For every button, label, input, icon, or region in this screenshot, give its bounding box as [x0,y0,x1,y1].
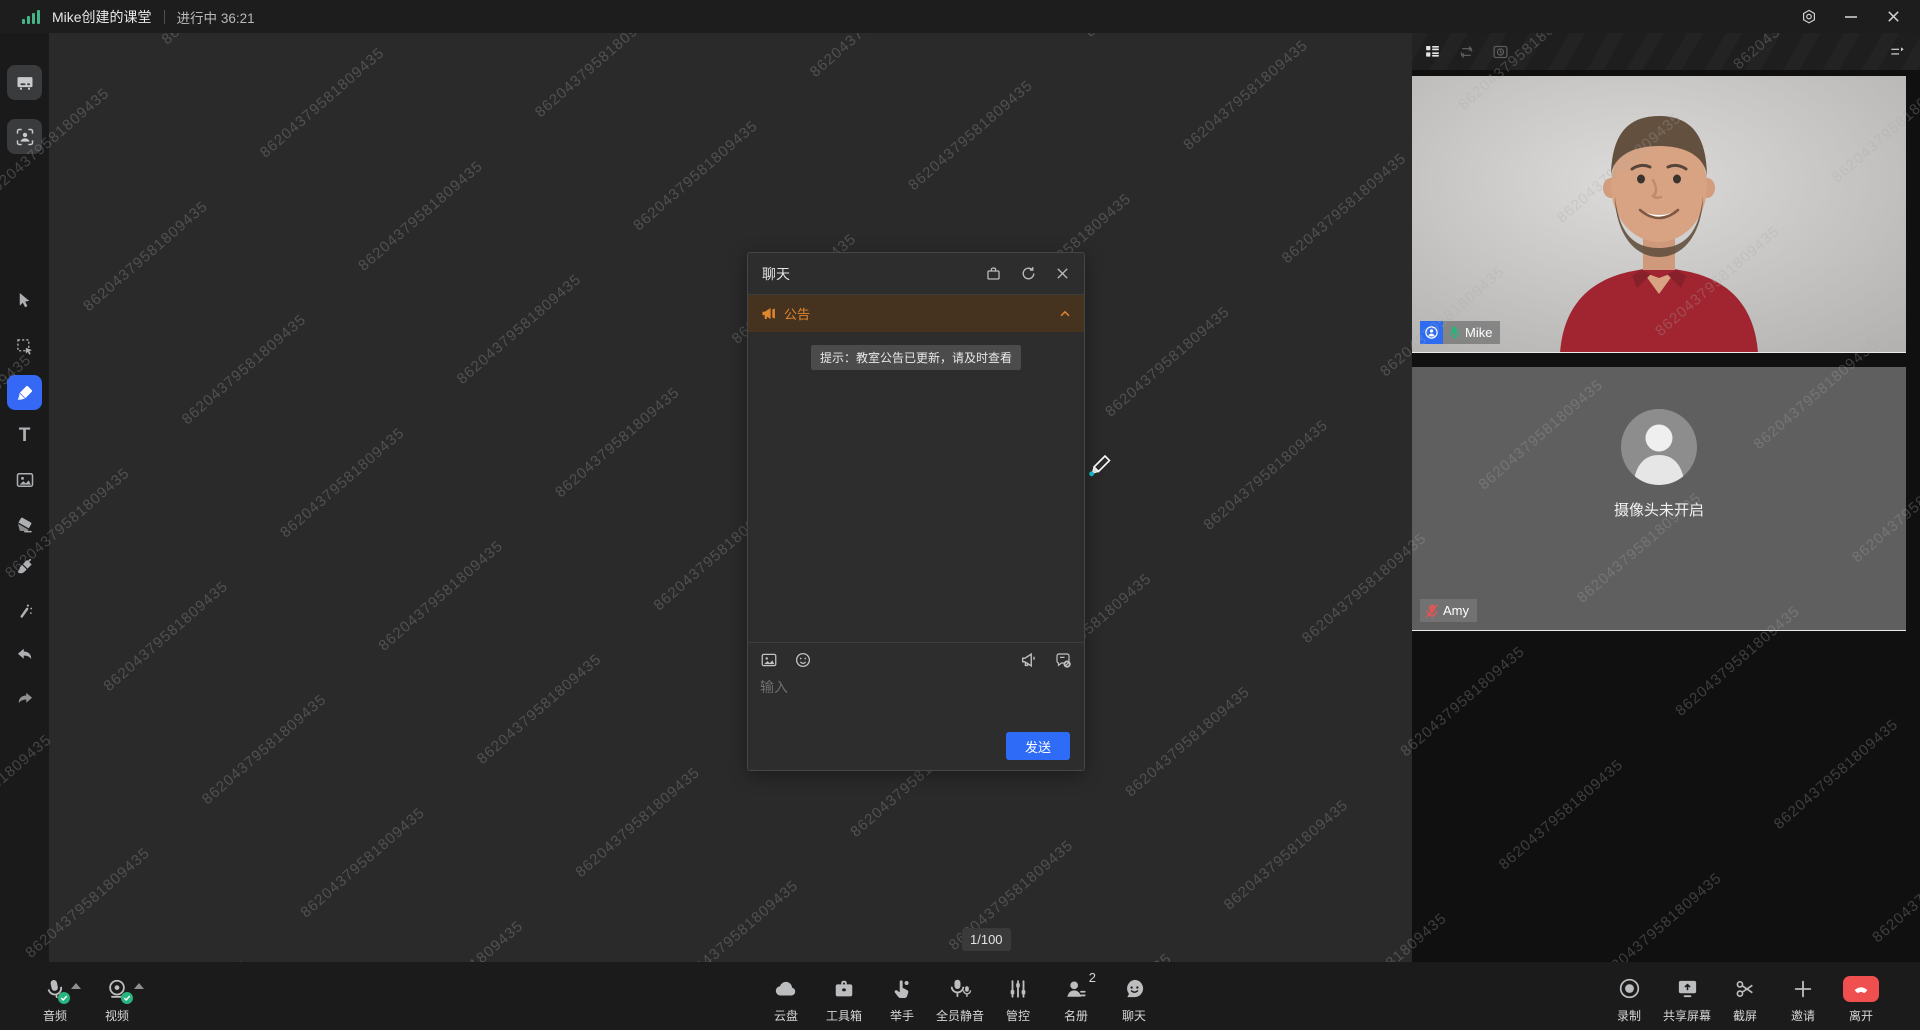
camera-off-text: 摄像头未开启 [1613,502,1704,519]
chat-message-list: 提示：教室公告已更新，请及时查看 [748,332,1084,642]
chat-panel: 聊天 公告 提示：教室公告已更新，请及时查看 输入 发送 [747,252,1085,771]
video-tile-amy[interactable]: 摄像头未开启 Amy [1412,367,1906,631]
chat-input-area: 发送 [748,642,1084,770]
classroom-title: Mike创建的课堂 [52,8,152,25]
video-ok-badge [121,991,133,1004]
chat-input[interactable] [760,677,1072,723]
toolbox-button[interactable]: 工具箱 [815,969,873,1024]
invite-button[interactable]: 邀请 [1774,969,1832,1024]
announcement-bar[interactable]: 公告 [748,295,1084,332]
network-signal-icon [22,9,40,24]
audio-options-caret[interactable] [71,982,81,989]
text-tool-glyph: T [18,424,31,446]
announcement-updated-notice: 提示：教室公告已更新，请及时查看 [810,345,1022,370]
share-screen-button[interactable]: 共享屏幕 [1658,969,1716,1024]
video-strip [1412,33,1920,70]
chat-button[interactable]: 聊天 [1105,969,1163,1024]
roster-person-icon: 2 [1065,970,1096,1002]
chat-bubble-icon [1123,976,1146,1002]
text-tool[interactable]: T [7,418,42,453]
participant-name-mike: Mike [1465,325,1493,340]
laser-wand-tool[interactable] [7,593,42,628]
avatar-placeholder-icon [1619,407,1699,487]
mute-chat-icon[interactable] [1054,651,1072,669]
layout-grid-icon[interactable] [1424,43,1441,60]
emoji-icon[interactable] [794,651,812,669]
bottom-toolbar: 音频 视频 云盘 工具箱 举手 全员静音 管控 2 名册 聊天 录制 共享屏幕 … [0,962,1920,1030]
pointer-tool[interactable] [7,283,42,318]
settings-gear-icon[interactable] [1792,4,1826,30]
page-indicator[interactable]: 1/100 [962,928,1011,951]
cloud-drive-button[interactable]: 云盘 [757,969,815,1024]
pencil-cursor-icon [1085,450,1115,480]
megaphone-icon [760,305,777,322]
image-tool[interactable] [7,462,42,497]
video-panel: Mike 摄像头未开启 Amy [1412,33,1920,962]
pen-tool[interactable] [7,375,42,410]
session-status: 进行中 36:21 [176,10,255,26]
chat-header: 聊天 [748,253,1084,295]
roster-count-badge: 2 [1088,969,1096,985]
send-button[interactable]: 发送 [1006,732,1070,760]
minimize-button[interactable] [1834,4,1868,30]
mike-name-row: Mike [1420,321,1501,344]
clear-brush-tool[interactable] [7,549,42,584]
select-tool[interactable] [7,329,42,364]
record-icon [1618,976,1641,1002]
sliders-icon [1007,976,1029,1002]
camera-icon [106,976,144,1004]
raise-hand-icon [891,976,913,1002]
chevron-up-icon[interactable] [1058,307,1072,321]
video-options-caret[interactable] [134,982,144,989]
video-tile-mike[interactable]: Mike [1412,76,1906,353]
screenshot-button[interactable]: 截屏 [1716,969,1774,1024]
roster-button[interactable]: 2 名册 [1047,969,1105,1024]
whiteboard-button[interactable] [7,65,42,100]
raise-hand-button[interactable]: 举手 [873,969,931,1024]
whiteboard-sidebar: T [0,33,49,962]
compose-announcement-icon[interactable] [1020,651,1038,669]
mike-video-feed [1412,76,1906,352]
participant-name-amy: Amy [1443,603,1469,618]
record-button[interactable]: 录制 [1600,969,1658,1024]
announcement-label: 公告 [784,307,811,322]
mute-all-icon [948,976,972,1002]
title-bar: Mike创建的课堂 进行中 36:21 [0,0,1920,33]
toolbox-icon [833,976,855,1002]
chat-close-icon[interactable] [1055,266,1070,281]
mute-all-button[interactable]: 全员静音 [931,969,989,1024]
send-image-icon[interactable] [760,651,778,669]
whiteboard-canvas[interactable] [49,33,1412,962]
title-divider [163,9,165,24]
close-button[interactable] [1876,4,1910,30]
chat-title: 聊天 [762,265,790,282]
microphone-icon [45,976,81,1004]
classroom-app: Mike创建的课堂 进行中 36:21 T 1/100 聊天 公告 提示：教室公… [0,0,1920,1030]
share-screen-icon [1676,976,1699,1002]
hangup-phone-icon [1843,975,1879,1002]
amy-name-row: Amy [1420,599,1477,622]
eraser-tool[interactable] [7,506,42,541]
cloud-icon [774,976,798,1002]
mic-on-icon [1448,325,1461,340]
redo-tool[interactable] [7,681,42,716]
undo-tool[interactable] [7,637,42,672]
pin-icon[interactable] [985,265,1002,282]
audio-button[interactable]: 音频 [26,969,84,1024]
leave-button[interactable]: 离开 [1832,969,1890,1024]
mic-muted-icon [1425,603,1439,619]
control-button[interactable]: 管控 [989,969,1047,1024]
host-badge-icon [1420,321,1443,344]
scissors-icon [1734,976,1756,1002]
refresh-icon[interactable] [1020,265,1037,282]
collapse-panel-icon[interactable] [1889,43,1906,60]
audio-ok-badge [58,991,70,1004]
loop-playback-icon[interactable] [1458,43,1475,60]
camera-focus-button[interactable] [7,119,42,154]
video-button[interactable]: 视频 [88,969,146,1024]
plus-icon [1792,976,1814,1002]
timer-icon[interactable] [1492,43,1509,60]
